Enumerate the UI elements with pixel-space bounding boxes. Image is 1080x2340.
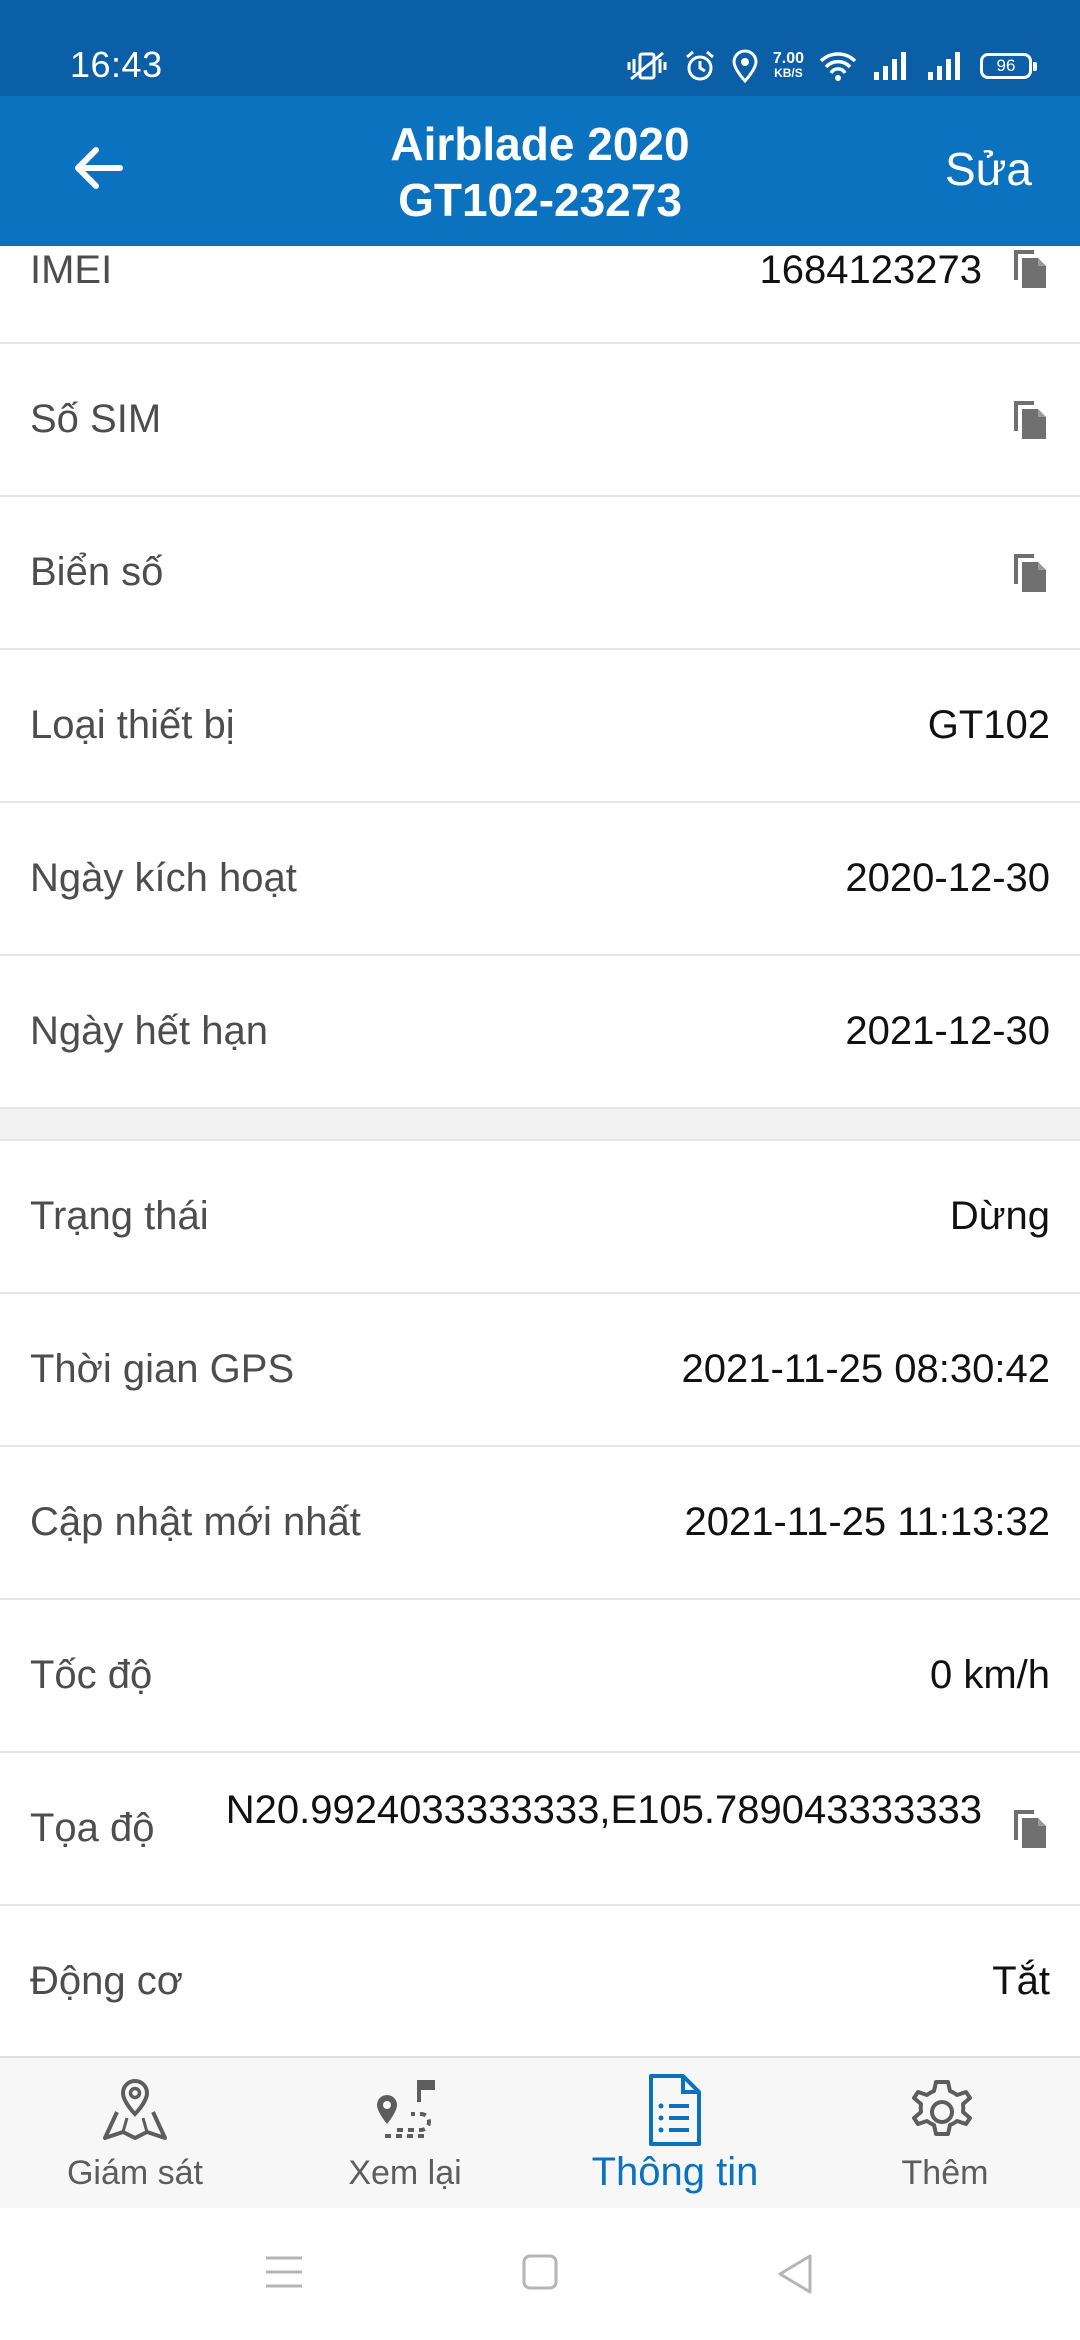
edit-button[interactable]: Sửa — [945, 142, 1032, 196]
row-value: 2021-12-30 — [845, 1009, 1050, 1053]
info-row: Trạng thái Dừng — [0, 1141, 1080, 1294]
nav-label: Thông tin — [591, 2150, 759, 2194]
title-line-1: Airblade 2020 — [390, 118, 690, 170]
row-label: IMEI — [30, 248, 113, 292]
row-value: Dừng — [949, 1194, 1050, 1238]
network-speed: 7.00 KB/S — [772, 50, 804, 81]
row-label: Thời gian GPS — [30, 1347, 295, 1391]
info-row: Số SIM — [0, 344, 1080, 497]
bottom-nav: Giám sát Xem lại Thông tin Thêm — [0, 2056, 1080, 2208]
nav-label: Thêm — [901, 2154, 989, 2192]
section-divider — [0, 1109, 1080, 1141]
signal-icon — [874, 52, 906, 80]
row-label: Tọa độ — [30, 1806, 155, 1850]
nav-item-monitor[interactable]: Giám sát — [0, 2058, 270, 2208]
nav-item-replay[interactable]: Xem lại — [270, 2058, 540, 2208]
alarm-icon — [685, 50, 714, 81]
row-label: Trạng thái — [30, 1194, 209, 1238]
title-line-2: GT102-23273 — [398, 174, 682, 226]
arrow-left-icon[interactable] — [70, 140, 126, 196]
copy-icon[interactable] — [1010, 246, 1050, 292]
row-label: Loại thiết bị — [30, 703, 235, 747]
info-row: Tọa độ N20.9924033333333,E105.78904333333… — [0, 1753, 1080, 1906]
row-value: GT102 — [927, 703, 1050, 747]
info-row: IMEI 1684123273 — [0, 246, 1080, 344]
location-icon — [732, 49, 758, 83]
info-row: Biển số — [0, 497, 1080, 650]
status-icons: 7.00 KB/S 96 — [625, 46, 1037, 86]
vibrate-icon — [627, 51, 667, 81]
info-row: Động cơ Tắt — [0, 1906, 1080, 2059]
row-label: Ngày hết hạn — [30, 1009, 268, 1053]
copy-icon[interactable] — [1010, 397, 1050, 443]
row-label: Tốc độ — [30, 1653, 153, 1697]
row-label: Cập nhật mới nhất — [30, 1500, 361, 1544]
status-info-section: Trạng thái Dừng Thời gian GPS 2021-11-25 08… — [0, 1141, 1080, 2059]
info-row: Thời gian GPS 2021-11-25 08:30:42 — [0, 1294, 1080, 1447]
row-label: Biển số — [30, 550, 164, 594]
system-nav-bar — [0, 2208, 1080, 2340]
nav-item-info[interactable]: Thông tin — [540, 2058, 810, 2208]
status-bar: 16:43 7.00 KB/S 96 — [0, 0, 1080, 96]
copy-icon[interactable] — [1010, 550, 1050, 596]
back-triangle-icon[interactable] — [774, 2252, 818, 2296]
wifi-icon — [819, 52, 857, 81]
device-info-section: IMEI 1684123273 Số SIM Biển số Loại thiết bị… — [0, 246, 1080, 1109]
route-icon — [377, 2080, 435, 2138]
document-icon — [649, 2074, 701, 2146]
info-row: Ngày hết hạn 2021-12-30 — [0, 956, 1080, 1109]
home-icon[interactable] — [520, 2252, 560, 2292]
signal-icon — [928, 52, 960, 80]
row-label: Ngày kích hoạt — [30, 856, 297, 900]
row-value: Tắt — [992, 1959, 1050, 2003]
nav-item-more[interactable]: Thêm — [810, 2058, 1080, 2208]
page-title: Airblade 2020 GT102-23273 — [240, 116, 840, 228]
map-pin-icon — [103, 2079, 167, 2140]
gear-icon — [912, 2080, 972, 2136]
row-label: Động cơ — [30, 1959, 183, 2003]
nav-label: Xem lại — [348, 2154, 462, 2192]
info-row: Loại thiết bị GT102 — [0, 650, 1080, 803]
nav-label: Giám sát — [66, 2154, 204, 2192]
app-bar: Airblade 2020 GT102-23273 Sửa — [0, 96, 1080, 246]
row-value: 2020-12-30 — [845, 856, 1050, 900]
row-label: Số SIM — [30, 397, 162, 441]
row-value: 1684123273 — [759, 248, 982, 292]
row-value: 0 km/h — [929, 1653, 1050, 1697]
battery-icon: 96 — [980, 53, 1037, 79]
info-row: Tốc độ 0 km/h — [0, 1600, 1080, 1753]
row-value: 2021-11-25 11:13:32 — [684, 1500, 1051, 1544]
info-row: Ngày kích hoạt 2020-12-30 — [0, 803, 1080, 956]
menu-icon[interactable] — [262, 2252, 306, 2292]
info-list: IMEI 1684123273 Số SIM Biển số Loại thiết bị… — [0, 246, 1080, 2059]
info-row: Cập nhật mới nhất 2021-11-25 11:13:32 — [0, 1447, 1080, 1600]
row-value: N20.9924033333333,E105.789043333333 — [225, 1787, 982, 1832]
copy-icon[interactable] — [1010, 1806, 1050, 1852]
status-time: 16:43 — [70, 44, 163, 85]
row-value: 2021-11-25 08:30:42 — [681, 1347, 1050, 1391]
